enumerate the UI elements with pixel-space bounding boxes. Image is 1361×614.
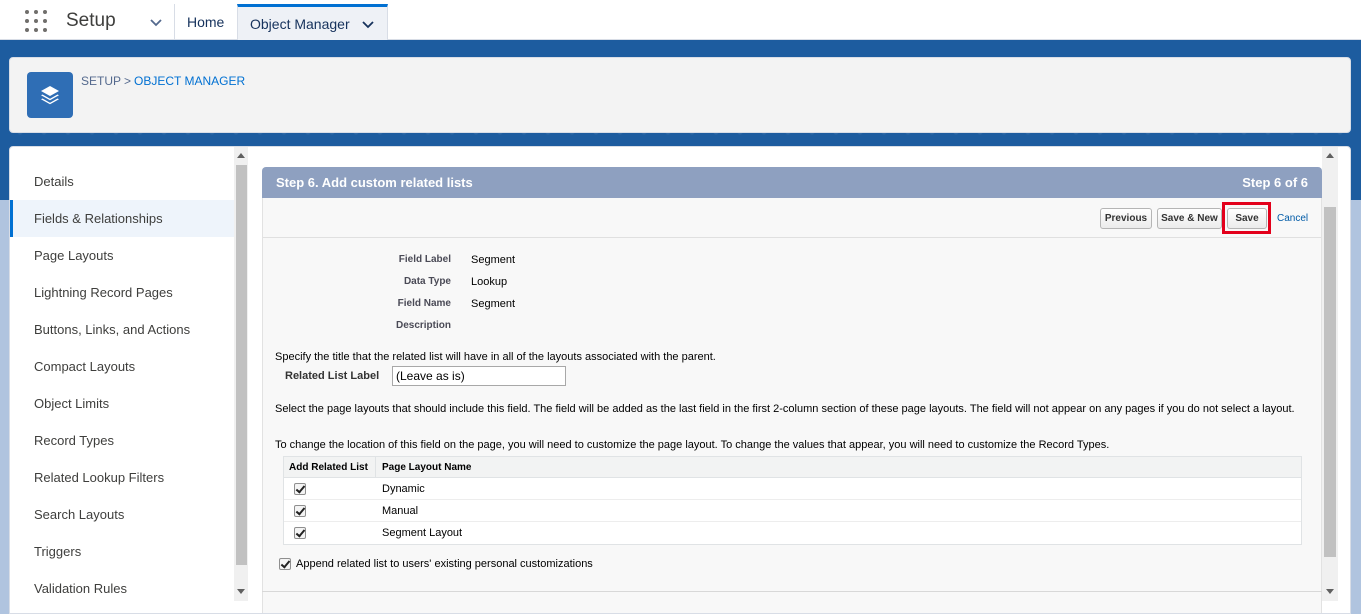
field-name-label: Field Name	[397, 298, 451, 309]
layout-name: Dynamic	[382, 482, 425, 495]
sidebar-item-page-layouts[interactable]: Page Layouts	[10, 237, 234, 274]
sidebar-item-label: Triggers	[34, 544, 82, 559]
append-customizations-row: Append related list to users' existing p…	[279, 558, 593, 570]
sidebar-item-label: Record Types	[34, 433, 114, 448]
app-launcher-icon[interactable]	[25, 10, 47, 32]
layout-instruction-2: To change the location of this field on …	[275, 439, 1110, 451]
scroll-up-arrow-icon[interactable]	[1326, 153, 1334, 158]
sidebar-item-buttons-links-actions[interactable]: Buttons, Links, and Actions	[10, 311, 234, 348]
sidebar-scrollbar[interactable]	[234, 147, 248, 601]
wizard-content: Step 6. Add custom related lists Step 6 …	[262, 167, 1322, 613]
layout-checkbox-segment-layout[interactable]	[294, 527, 306, 539]
save-button[interactable]: Save	[1227, 208, 1267, 229]
sidebar-item-label: Search Layouts	[34, 507, 125, 522]
sidebar-list: Details Fields & Relationships Page Layo…	[10, 163, 234, 607]
sidebar-scrollbar-thumb[interactable]	[236, 165, 247, 565]
related-list-instruction: Specify the title that the related list …	[275, 351, 716, 363]
table-row: Manual	[284, 500, 1301, 522]
sidebar-item-related-lookup-filters[interactable]: Related Lookup Filters	[10, 459, 234, 496]
sidebar-item-fields-relationships[interactable]: Fields & Relationships	[10, 200, 234, 237]
page-header: SETUP > OBJECT MANAGER	[9, 57, 1351, 133]
sidebar-item-label: Fields & Relationships	[34, 211, 163, 226]
append-customizations-label: Append related list to users' existing p…	[296, 558, 593, 570]
step-body: Previous Save & New Save Cancel Field La…	[262, 198, 1322, 613]
tab-object-manager-label: Object Manager	[250, 15, 350, 32]
page-layout-table: Add Related List Page Layout Name Dynami…	[283, 456, 1302, 545]
app-name: Setup	[66, 10, 116, 31]
main-panel: Details Fields & Relationships Page Layo…	[9, 146, 1351, 614]
sidebar-item-triggers[interactable]: Triggers	[10, 533, 234, 570]
tab-object-manager[interactable]: Object Manager	[237, 4, 388, 40]
column-header-page-layout-name: Page Layout Name	[382, 461, 472, 473]
sidebar-item-record-types[interactable]: Record Types	[10, 422, 234, 459]
scroll-down-arrow-icon[interactable]	[237, 589, 245, 594]
table-header: Add Related List Page Layout Name	[284, 457, 1301, 478]
tab-home-label: Home	[187, 14, 225, 30]
sidebar-item-validation-rules[interactable]: Validation Rules	[10, 570, 234, 607]
layout-name: Segment Layout	[382, 527, 463, 539]
breadcrumb: SETUP > OBJECT MANAGER	[81, 74, 245, 88]
save-and-new-button[interactable]: Save & New	[1157, 208, 1222, 229]
sidebar-item-label: Page Layouts	[34, 248, 114, 263]
sidebar-item-label: Buttons, Links, and Actions	[34, 322, 191, 337]
field-label-label: Field Label	[398, 254, 451, 265]
sidebar-item-object-limits[interactable]: Object Limits	[10, 385, 234, 422]
step-title: Step 6. Add custom related lists	[276, 175, 473, 190]
field-label-value: Segment	[471, 254, 516, 266]
layers-icon	[27, 72, 73, 118]
table-row: Dynamic	[284, 478, 1301, 500]
data-type-label: Data Type	[403, 276, 451, 287]
related-list-label-input[interactable]	[392, 366, 566, 386]
sidebar-item-label: Object Limits	[34, 396, 110, 411]
previous-button[interactable]: Previous	[1100, 208, 1152, 229]
breadcrumb-separator: >	[124, 74, 132, 88]
button-row: Previous Save & New Save Cancel	[263, 198, 1321, 238]
sidebar: Details Fields & Relationships Page Layo…	[10, 147, 234, 613]
layout-checkbox-dynamic[interactable]	[294, 482, 306, 495]
sidebar-item-label: Lightning Record Pages	[34, 285, 173, 300]
description-label: Description	[395, 320, 451, 331]
sidebar-item-compact-layouts[interactable]: Compact Layouts	[10, 348, 234, 385]
scroll-up-arrow-icon[interactable]	[237, 153, 245, 158]
breadcrumb-setup: SETUP	[81, 74, 122, 88]
column-header-add-related-list: Add Related List	[284, 457, 376, 477]
sidebar-item-search-layouts[interactable]: Search Layouts	[10, 496, 234, 533]
divider	[262, 591, 1322, 592]
content-scrollbar[interactable]	[1322, 147, 1338, 601]
sidebar-item-label: Validation Rules	[34, 581, 127, 596]
layout-name: Manual	[382, 504, 419, 517]
sidebar-item-label: Compact Layouts	[34, 359, 136, 374]
step-count: Step 6 of 6	[1242, 175, 1308, 190]
layout-checkbox-manual[interactable]	[294, 504, 306, 517]
append-customizations-checkbox[interactable]	[279, 558, 291, 570]
sidebar-item-lightning-record-pages[interactable]: Lightning Record Pages	[10, 274, 234, 311]
step-header: Step 6. Add custom related lists Step 6 …	[262, 167, 1322, 198]
sidebar-item-label: Related Lookup Filters	[34, 470, 165, 485]
breadcrumb-object-manager-link[interactable]: OBJECT MANAGER	[134, 74, 245, 88]
related-list-label: Related List Label	[285, 370, 380, 382]
cancel-link[interactable]: Cancel	[1277, 213, 1308, 224]
top-navigation-bar: Setup Home Object Manager	[0, 0, 1361, 40]
table-row: Segment Layout	[284, 522, 1301, 544]
field-name-value: Segment	[471, 298, 516, 310]
chevron-down-icon[interactable]	[148, 14, 164, 30]
layout-instruction-1: Select the page layouts that should incl…	[275, 403, 1295, 415]
scroll-down-arrow-icon[interactable]	[1326, 589, 1334, 594]
data-type-value: Lookup	[471, 276, 508, 288]
chevron-down-icon[interactable]	[361, 17, 375, 31]
tab-home[interactable]: Home	[174, 4, 237, 40]
sidebar-item-label: Details	[34, 174, 74, 189]
content-scrollbar-thumb[interactable]	[1324, 207, 1336, 557]
sidebar-item-details[interactable]: Details	[10, 163, 234, 200]
